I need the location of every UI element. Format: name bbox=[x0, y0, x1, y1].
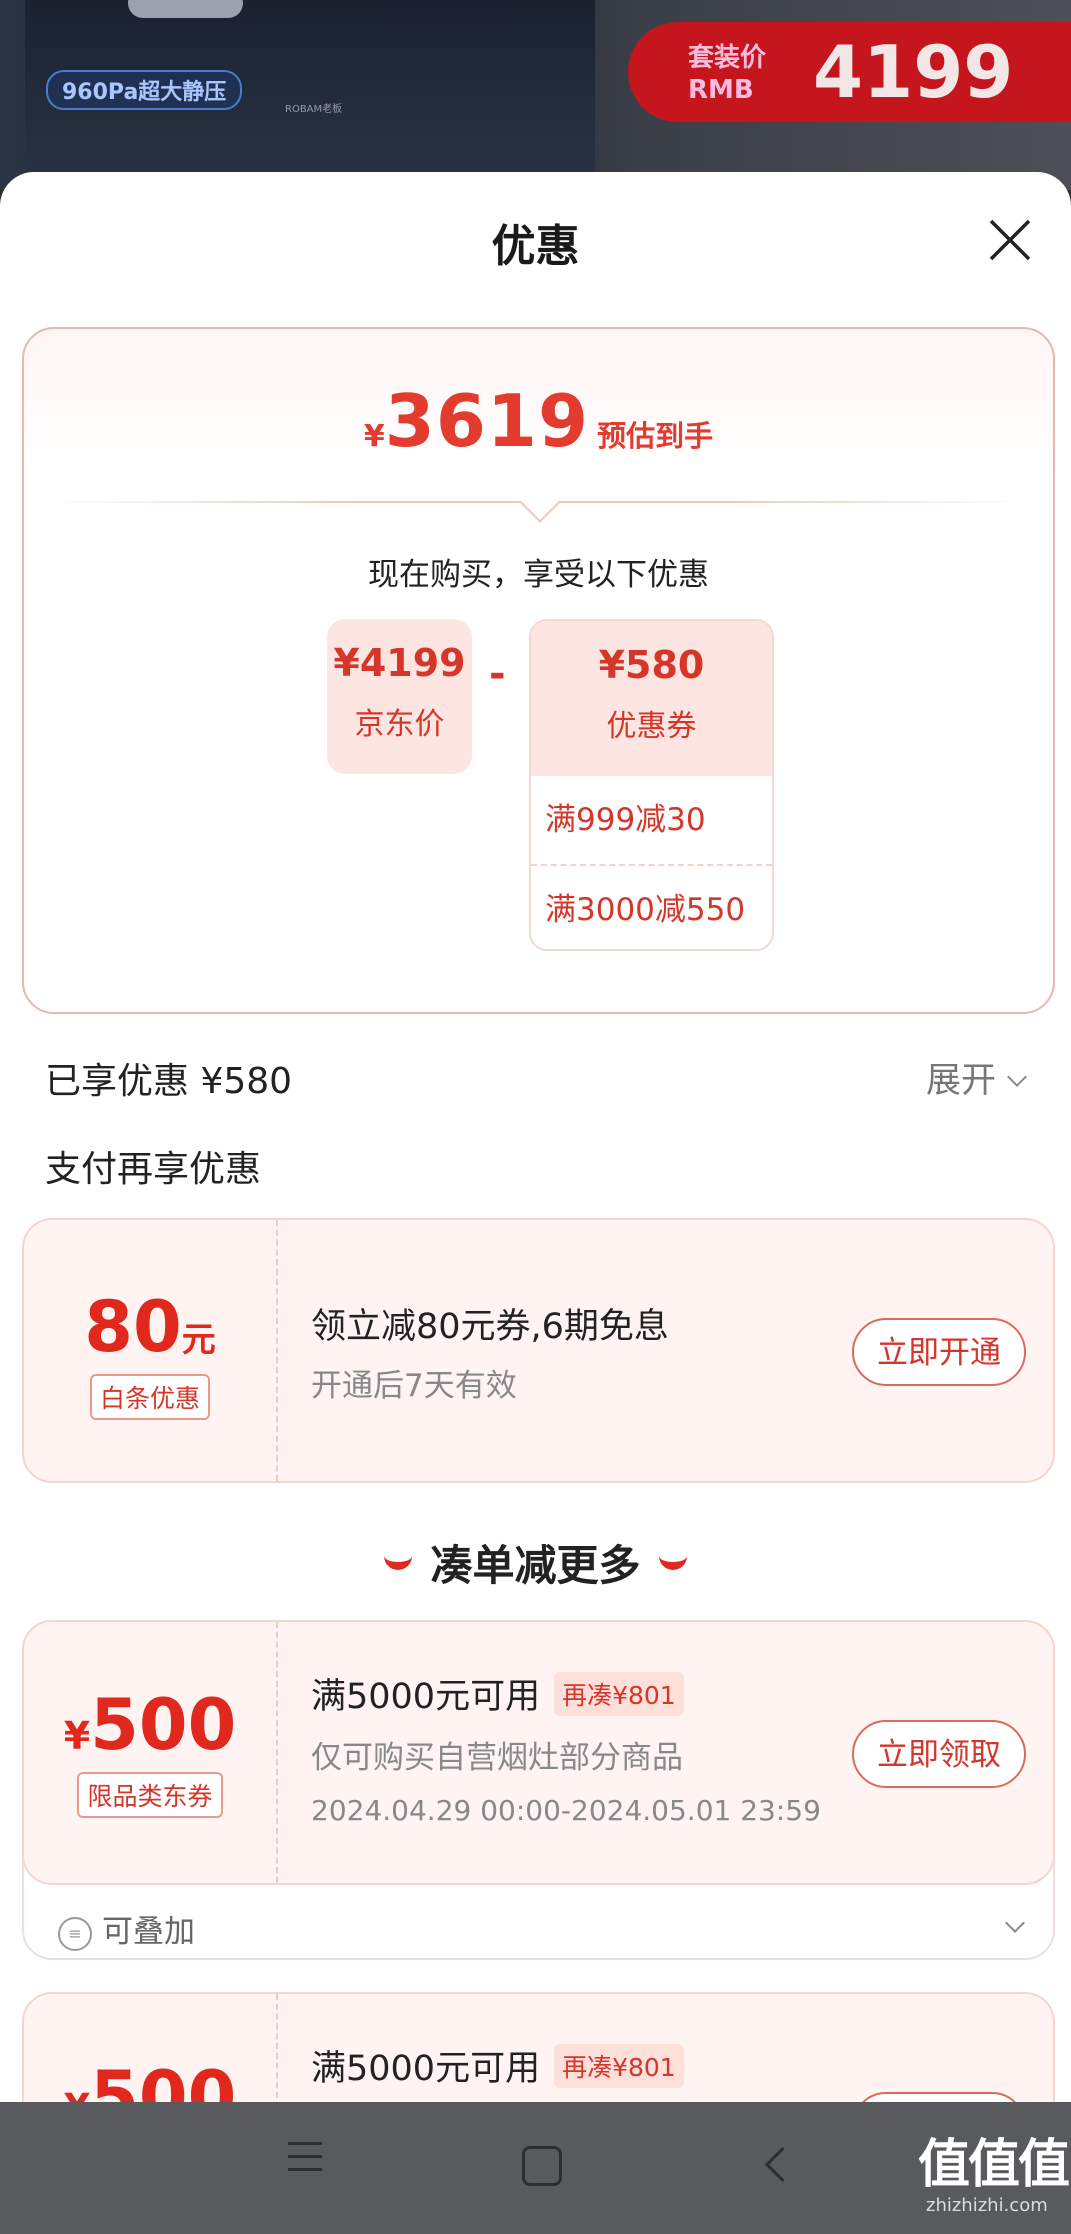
coupon-tag: 限品类东券 bbox=[77, 1772, 223, 1818]
coupon-title: 满5000元可用 再凑¥801 bbox=[311, 1668, 684, 1720]
baitiao-tag: 白条优惠 bbox=[89, 1374, 210, 1420]
coupon-yen: ¥ bbox=[63, 1714, 91, 1758]
product-banner: 960Pa超大静压 ROBAM老板 套装价 RMB 4199 bbox=[0, 0, 1071, 190]
stackable-row[interactable]: ≡ 可叠加 bbox=[58, 1906, 195, 1951]
coupon-card: ¥500 满5000元可用再凑¥801 bbox=[22, 1992, 1055, 2102]
more-discount-title: 凑单减更多 bbox=[0, 1532, 1071, 1593]
watermark-url: zhizhizhi.com bbox=[926, 2195, 1048, 2216]
top-pill bbox=[128, 0, 243, 18]
brand-logo: ROBAM老板 bbox=[285, 104, 343, 115]
more-discount-label: 凑单减更多 bbox=[430, 1541, 641, 1590]
coupon-title-text: 满5000元可用 bbox=[311, 1677, 541, 1717]
back-icon[interactable] bbox=[764, 2146, 801, 2183]
smile-icon bbox=[658, 1548, 687, 1570]
jd-price-label: 京东价 bbox=[354, 707, 445, 742]
currency-symbol: ¥ bbox=[363, 419, 385, 454]
home-icon[interactable] bbox=[522, 2146, 562, 2186]
smile-icon bbox=[384, 1548, 413, 1570]
baitiao-amount-unit: 元 bbox=[181, 1320, 216, 1360]
coupon-chip: 再凑¥801 bbox=[554, 1672, 684, 1716]
enjoyed-discount: 已享优惠 ¥580 bbox=[45, 1061, 293, 1102]
jd-price-value: ¥4199 bbox=[333, 641, 466, 685]
banner-price-value: 4199 bbox=[813, 30, 1014, 114]
baitiao-amount-value: 80 bbox=[84, 1286, 182, 1368]
estimated-price-value: 3619 bbox=[384, 379, 590, 463]
banner-price: 套装价 RMB 4199 bbox=[628, 22, 1071, 122]
coupon-title-text: 满5000元可用 bbox=[311, 2049, 541, 2089]
coupon-total-label: 优惠券 bbox=[606, 709, 697, 744]
coupon-card-left: ¥500 限品类东券 bbox=[24, 1622, 278, 1883]
minus-sign: - bbox=[489, 651, 506, 697]
discount-sheet: 优惠 ¥3619 预估到手 现在购买，享受以下优惠 ¥4199 京东价 - ¥58… bbox=[0, 172, 1071, 2102]
coupon-rule: 满3000减550 bbox=[531, 864, 772, 949]
expand-label: 展开 bbox=[926, 1061, 997, 1101]
coupon-amount: ¥500 bbox=[24, 2056, 276, 2102]
chevron-down-icon bbox=[1007, 1067, 1027, 1087]
stackable-label: 可叠加 bbox=[102, 1914, 195, 1950]
banner-badge: 960Pa超大静压 bbox=[46, 70, 243, 110]
divider-notch bbox=[520, 483, 560, 523]
coupon-card-left: ¥500 bbox=[24, 1994, 278, 2102]
baitiao-subtitle: 开通后7天有效 bbox=[311, 1368, 517, 1404]
baitiao-amount: 80元 bbox=[24, 1286, 276, 1368]
coupon-card: ¥500 限品类东券 满5000元可用 再凑¥801 仅可购买自营烟灶部分商品 2… bbox=[22, 1620, 1055, 1885]
coupon-box-head: ¥580 优惠券 bbox=[531, 621, 772, 776]
chevron-down-icon[interactable] bbox=[1005, 1913, 1025, 1933]
activate-button[interactable]: 立即开通 bbox=[852, 1318, 1026, 1386]
system-nav-bar: 值值值 zhizhizhi.com bbox=[0, 2102, 1071, 2234]
coupon-amount: ¥500 bbox=[24, 1684, 276, 1766]
banner-price-label: 套装价 RMB bbox=[688, 43, 767, 105]
baitiao-card: 80元 白条优惠 领立减80元券,6期免息 开通后7天有效 立即开通 bbox=[22, 1218, 1055, 1483]
coupon-desc: 仅可购买自营烟灶部分商品 bbox=[311, 1740, 683, 1776]
coupon-chip: 再凑¥801 bbox=[554, 2044, 684, 2088]
coupon-total-value: ¥580 bbox=[598, 643, 705, 687]
price-summary-card: ¥3619 预估到手 现在购买，享受以下优惠 ¥4199 京东价 - ¥580 优… bbox=[22, 327, 1055, 1014]
coupon-amount-value: 500 bbox=[90, 2056, 237, 2102]
menu-icon[interactable] bbox=[288, 2142, 322, 2172]
coupon-amount-value: 500 bbox=[90, 1684, 237, 1766]
estimated-price-label: 预估到手 bbox=[597, 419, 714, 453]
stack-icon: ≡ bbox=[58, 1916, 92, 1951]
claim-button[interactable] bbox=[852, 2092, 1026, 2102]
coupon-yen: ¥ bbox=[64, 2086, 90, 2102]
expand-button[interactable]: 展开 bbox=[926, 1052, 1027, 1103]
baitiao-title: 领立减80元券,6期免息 bbox=[311, 1307, 669, 1347]
coupon-rule: 满999减30 bbox=[545, 802, 706, 838]
jd-price-box: ¥4199 京东价 bbox=[327, 619, 472, 774]
coupon-date: 2024.04.29 00:00-2024.05.01 23:59 bbox=[311, 1794, 821, 1827]
close-icon[interactable] bbox=[988, 218, 1032, 262]
baitiao-card-left: 80元 白条优惠 bbox=[24, 1220, 278, 1481]
coupon-title: 满5000元可用 再凑¥801 bbox=[311, 2040, 684, 2092]
estimated-price: ¥3619 预估到手 bbox=[24, 379, 1053, 463]
pay-section-title: 支付再享优惠 bbox=[45, 1149, 262, 1190]
coupon-box: ¥580 优惠券 满999减30 满3000减550 bbox=[529, 619, 774, 951]
watermark-logo: 值值值 bbox=[918, 2135, 1070, 2195]
buy-note: 现在购买，享受以下优惠 bbox=[368, 557, 709, 593]
claim-button[interactable]: 立即领取 bbox=[852, 1720, 1026, 1788]
sheet-title: 优惠 bbox=[491, 221, 580, 272]
